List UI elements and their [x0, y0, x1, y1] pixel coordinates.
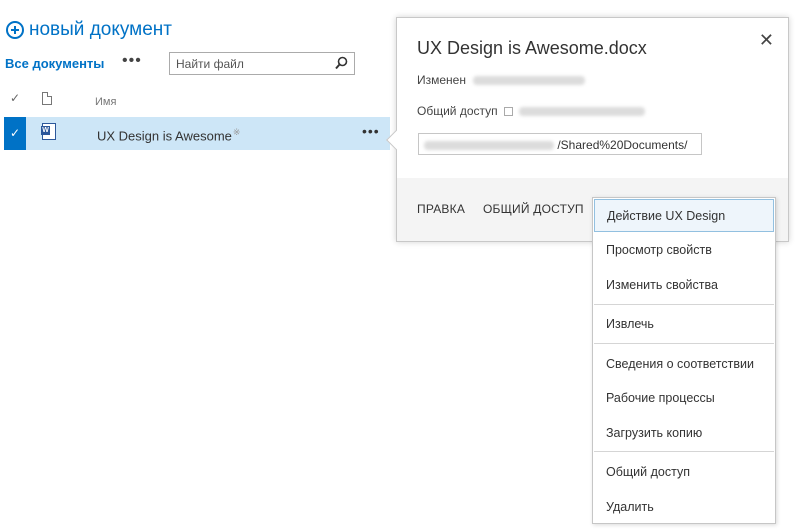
sharing-checkbox-icon — [503, 107, 513, 117]
menu-divider — [594, 304, 774, 305]
modified-label: Изменен — [417, 73, 466, 87]
share-action-button[interactable]: ОБЩИЙ ДОСТУП — [483, 202, 584, 216]
url-suffix: /Shared%20Documents/ — [557, 138, 688, 152]
sharing-label: Общий доступ — [417, 104, 498, 118]
document-url-field[interactable]: /Shared%20Documents/ — [418, 133, 702, 155]
menu-item-compliance-details[interactable]: Сведения о соответствии — [593, 348, 775, 381]
document-type-icon — [42, 92, 52, 105]
file-name: UX Design is Awesome — [97, 128, 232, 144]
url-redacted — [424, 141, 554, 151]
modified-row: Изменен — [417, 73, 586, 87]
view-all-documents-tab[interactable]: Все документы — [5, 56, 104, 71]
sharing-value-redacted — [519, 107, 646, 117]
menu-item-edit-properties[interactable]: Изменить свойства — [593, 269, 775, 302]
new-item-badge: ※ — [232, 127, 241, 137]
word-doc-icon: W — [41, 123, 56, 140]
search-box — [169, 52, 355, 75]
sharing-row: Общий доступ — [417, 104, 646, 118]
file-name-link[interactable]: UX Design is Awesome※ — [97, 127, 240, 143]
new-document-button[interactable]: новый документ — [6, 19, 172, 41]
name-column-header[interactable]: Имя — [95, 96, 116, 108]
menu-item-delete[interactable]: Удалить — [593, 491, 775, 524]
callout-title: UX Design is Awesome.docx — [417, 38, 647, 58]
new-document-label: новый документ — [29, 19, 172, 40]
menu-item-workflows[interactable]: Рабочие процессы — [593, 382, 775, 415]
menu-divider — [594, 451, 774, 452]
menu-divider — [594, 343, 774, 344]
edit-action-button[interactable]: ПРАВКА — [417, 202, 465, 216]
menu-item-check-out[interactable]: Извлечь — [593, 308, 775, 341]
context-menu: Действие UX Design Просмотр свойств Изме… — [592, 197, 776, 524]
close-icon[interactable]: ✕ — [759, 30, 774, 51]
table-row[interactable]: ✓ W UX Design is Awesome※ ••• — [4, 117, 390, 150]
row-checkmark-icon[interactable]: ✓ — [4, 117, 26, 150]
menu-item-view-properties[interactable]: Просмотр свойств — [593, 234, 775, 267]
row-open-menu-button[interactable]: ••• — [362, 123, 380, 139]
view-more-button[interactable]: ••• — [122, 52, 142, 70]
menu-item-ux-design-action[interactable]: Действие UX Design — [594, 199, 774, 232]
select-all-checkbox[interactable]: ✓ — [10, 91, 20, 105]
menu-item-share[interactable]: Общий доступ — [593, 456, 775, 489]
add-circle-icon — [6, 21, 24, 39]
search-icon[interactable] — [335, 56, 348, 70]
modified-value-redacted — [473, 76, 586, 86]
menu-item-download-copy[interactable]: Загрузить копию — [593, 417, 775, 450]
search-input[interactable] — [170, 53, 330, 74]
